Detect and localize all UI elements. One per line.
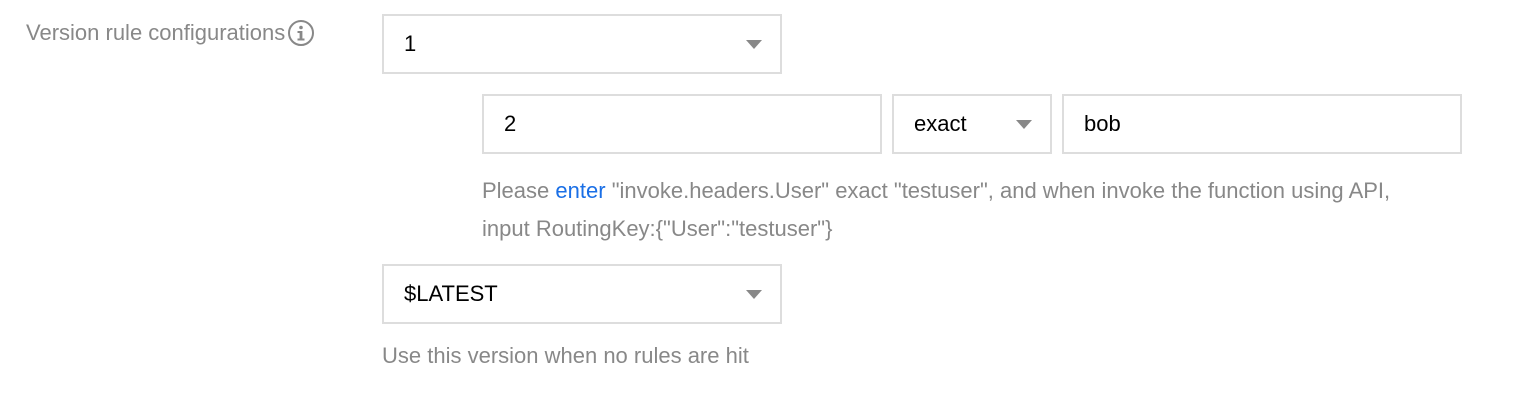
match-type-value: exact: [914, 111, 967, 136]
chevron-down-icon: [746, 39, 762, 49]
info-icon[interactable]: [287, 19, 315, 47]
rule-value-field[interactable]: bob: [1062, 94, 1462, 154]
help-prefix: Please: [482, 178, 550, 203]
help-line2: input RoutingKey:{"User":"testuser"}: [482, 216, 833, 241]
version-rule-label-text: Version rule configurations: [26, 20, 286, 45]
version-select-value: 1: [404, 31, 417, 56]
enter-link[interactable]: enter: [555, 178, 605, 203]
help-line1-rest: "invoke.headers.User" exact "testuser", …: [611, 178, 1391, 203]
version-select[interactable]: 1: [382, 14, 782, 74]
default-version-select[interactable]: $LATEST: [382, 264, 782, 324]
chevron-down-icon: [1016, 119, 1032, 129]
version-rule-label: Version rule configurations: [26, 19, 315, 47]
rule-help-text: Please enter "invoke.headers.User" exact…: [482, 172, 1512, 248]
rule-key-field[interactable]: 2: [482, 94, 882, 154]
chevron-down-icon: [746, 289, 762, 299]
rule-key-value: 2: [504, 111, 517, 136]
default-version-value: $LATEST: [404, 281, 498, 306]
rule-value-text: bob: [1084, 111, 1121, 136]
match-type-select[interactable]: exact: [892, 94, 1052, 154]
default-version-hint: Use this version when no rules are hit: [382, 343, 749, 368]
